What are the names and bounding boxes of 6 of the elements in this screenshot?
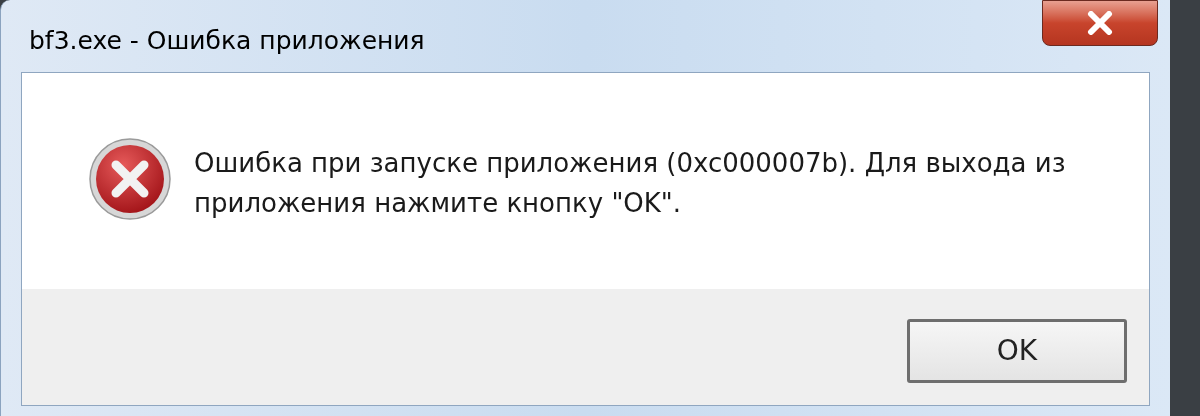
- error-message: Ошибка при запуске приложения (0xc000007b). Для выхода из приложения нажмите кнопку "OK".: [194, 147, 1067, 220]
- close-button[interactable]: [1042, 0, 1158, 46]
- close-icon: [1086, 11, 1114, 35]
- window-title: bf3.exe - Ошибка приложения: [29, 25, 425, 57]
- error-icon: [88, 137, 172, 221]
- ok-button[interactable]: OK: [907, 319, 1127, 383]
